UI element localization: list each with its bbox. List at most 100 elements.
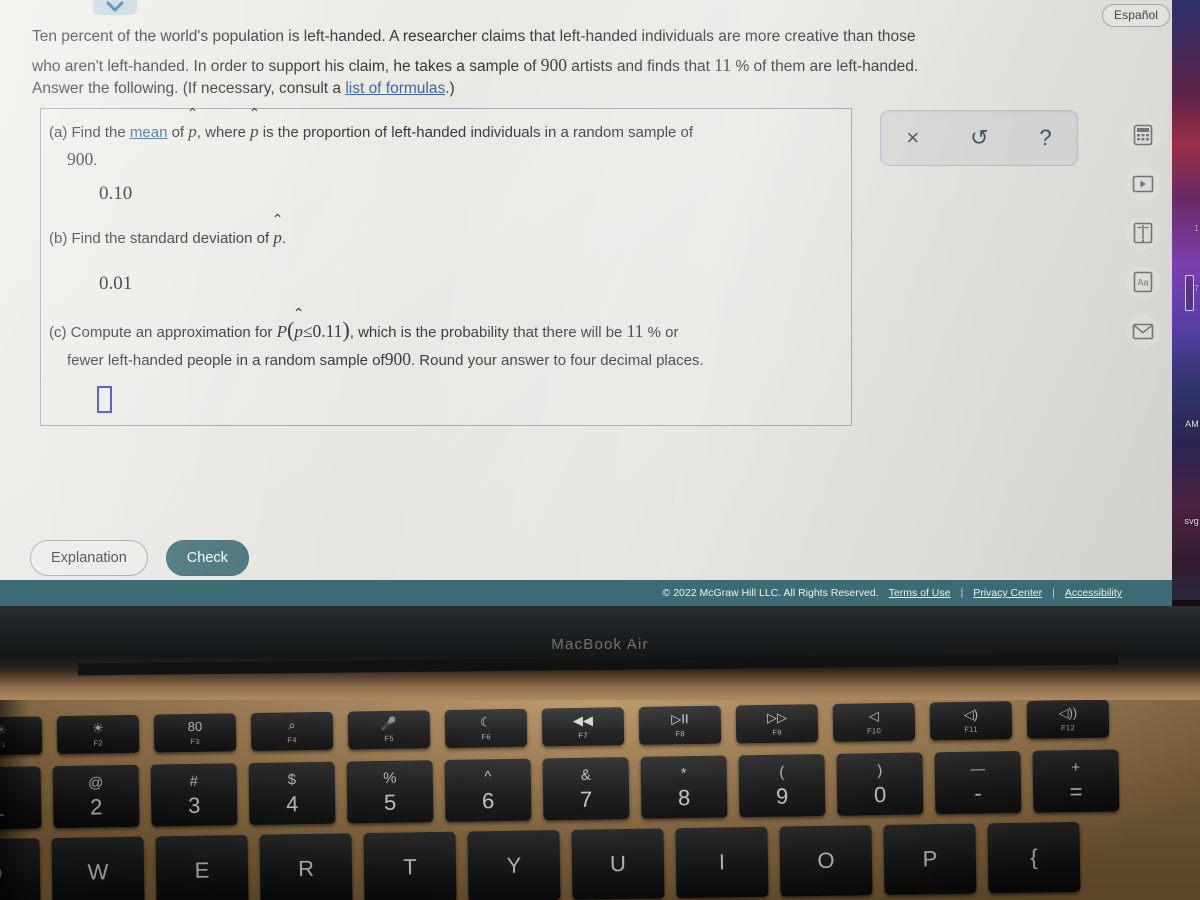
answer-instruction-after: .) <box>445 80 455 97</box>
question-c-answer-input[interactable] <box>97 386 112 413</box>
fn-key-glyph: ◁) <box>963 706 979 722</box>
question-c-text-3: % or <box>643 324 679 341</box>
key-base-label: E <box>194 857 210 883</box>
clear-icon[interactable]: × <box>900 125 925 151</box>
glossary-aa-icon[interactable]: Aa <box>1126 265 1160 299</box>
key--[interactable]: — - <box>934 750 1022 815</box>
list-of-formulas-link[interactable]: list of formulas <box>345 80 445 97</box>
desktop-wallpaper: 1 7 AM svg <box>1168 0 1200 600</box>
fn-key-glyph: 80 <box>187 718 203 735</box>
p-variable-3: p <box>273 228 282 247</box>
question-c-text-2: , which is the probability that there wi… <box>349 324 627 341</box>
footer-separator-1: | <box>960 587 964 599</box>
fn-key-f12[interactable]: ◁)) F12 <box>1026 700 1110 739</box>
question-b-label: (b) <box>49 230 68 247</box>
video-play-icon[interactable] <box>1126 167 1160 201</box>
tools-sidebar: Aa <box>1126 118 1160 363</box>
fn-key-f4[interactable]: ⌕ F4 <box>250 711 334 752</box>
key-7[interactable]: & 7 <box>542 757 630 821</box>
key-Q[interactable]: Q <box>0 838 41 900</box>
key-W[interactable]: W <box>51 836 145 900</box>
key-4[interactable]: $4 <box>248 761 336 826</box>
key-{[interactable]: { <box>987 821 1081 894</box>
key-shift-label: + <box>1071 758 1081 776</box>
key-6[interactable]: ^ 6 <box>444 758 532 822</box>
key-=[interactable]: + = <box>1032 749 1120 813</box>
fn-key-f1[interactable]: ☀ F1 <box>0 716 43 756</box>
key-1[interactable]: !1 <box>0 766 42 830</box>
hat-accent: ⌃ <box>248 105 261 121</box>
key-U[interactable]: U <box>571 828 665 900</box>
fn-key-f7[interactable]: ◀◀ F7 <box>541 707 625 747</box>
calculator-icon[interactable] <box>1126 118 1160 152</box>
paren-close: ) <box>342 317 350 342</box>
key-base-label: O <box>817 847 835 874</box>
accessibility-link[interactable]: Accessibility <box>1065 587 1122 599</box>
key-shift-label: & <box>580 766 591 784</box>
key-3[interactable]: #3 <box>150 763 238 827</box>
svg-text:Aa: Aa <box>1137 278 1148 288</box>
key-base-label: 7 <box>579 786 593 812</box>
hat-accent: ⌃ <box>271 211 284 227</box>
fn-key-f5[interactable]: 🎤 F5 <box>347 710 431 750</box>
fn-key-glyph: ☾ <box>479 714 492 730</box>
help-icon[interactable]: ? <box>1033 125 1057 151</box>
key-shift-label: % <box>382 769 397 787</box>
key-2[interactable]: @2 <box>52 764 140 829</box>
question-c-label: (c) <box>49 324 67 341</box>
fn-key-f10[interactable]: ◁ F10 <box>832 702 916 742</box>
macbook-model-label: MacBook Air <box>551 636 649 653</box>
mean-link[interactable]: mean <box>130 124 168 141</box>
key-5[interactable]: % 5 <box>346 760 434 824</box>
fn-key-glyph: ⌕ <box>288 717 296 733</box>
key-I[interactable]: I <box>675 826 769 899</box>
p-variable-4: p <box>294 322 303 341</box>
fn-key-glyph: ☀ <box>92 720 104 736</box>
key-Y[interactable]: Y <box>467 830 561 900</box>
question-a-text-1: Find the <box>71 124 130 141</box>
fn-key-label: F7 <box>578 730 588 740</box>
fn-key-f11[interactable]: ◁) F11 <box>929 701 1013 741</box>
key-base-label: 1 <box>0 795 5 821</box>
answer-instruction-before: Answer the following. (If necessary, con… <box>32 80 346 97</box>
key-O[interactable]: O <box>779 825 873 897</box>
explanation-button[interactable]: Explanation <box>30 540 148 576</box>
key-base-label: 5 <box>383 789 397 815</box>
check-button[interactable]: Check <box>165 540 249 576</box>
fn-key-glyph: ▷▷ <box>766 709 787 725</box>
fn-key-f6[interactable]: ☾ F6 <box>444 708 528 749</box>
fn-key-label: F9 <box>772 727 782 737</box>
key-0[interactable]: ) 0 <box>836 752 924 816</box>
key-shift-label: * <box>680 764 687 782</box>
key-base-label: = <box>1069 778 1083 804</box>
undo-icon[interactable]: ↺ <box>964 125 994 151</box>
key-E[interactable]: E <box>155 834 249 900</box>
terms-of-use-link[interactable]: Terms of Use <box>889 587 951 599</box>
espanol-button[interactable]: Español <box>1102 4 1171 27</box>
key-T[interactable]: T <box>363 831 457 900</box>
question-c-text-5: . Round your answer to four decimal plac… <box>410 352 704 369</box>
key-base-label: 0 <box>873 781 887 807</box>
key-8[interactable]: * 8 <box>640 755 728 819</box>
key-base-label: R <box>297 855 315 882</box>
p-hat-symbol-2: ⌃ p <box>249 106 261 146</box>
key-9[interactable]: (9 <box>738 753 826 818</box>
fn-key-f2[interactable]: ☀ F2 <box>56 714 140 755</box>
laptop-keyboard: ☀ F1 ☀ F2 80 F3 ⌕ F4 🎤 F5 ☾ F6 ◀◀ F7 ▷II F8 ▷▷ F9 ◁ F10 ◁) F1… <box>0 700 1200 900</box>
key-R[interactable]: R <box>259 833 353 900</box>
footer-separator-2: | <box>1052 587 1055 599</box>
reference-book-icon[interactable] <box>1126 216 1160 250</box>
hat-accent: ⌃ <box>292 305 305 321</box>
fn-key-label: F6 <box>481 732 491 742</box>
chevron-down-icon[interactable] <box>93 0 137 15</box>
key-base-label: 4 <box>285 790 299 816</box>
fn-key-f9[interactable]: ▷▷ F9 <box>735 704 819 744</box>
privacy-center-link[interactable]: Privacy Center <box>973 587 1042 599</box>
key-P[interactable]: P <box>883 823 977 895</box>
fn-key-f8[interactable]: ▷II F8 <box>638 705 722 745</box>
fn-key-f3[interactable]: 80 F3 <box>153 713 237 753</box>
problem-statement: Ten percent of the world's population is… <box>32 22 1092 81</box>
message-envelope-icon[interactable] <box>1126 314 1160 348</box>
key-base-label: P <box>922 846 938 872</box>
question-a-text-4: is the proportion of left-handed individ… <box>258 124 694 141</box>
